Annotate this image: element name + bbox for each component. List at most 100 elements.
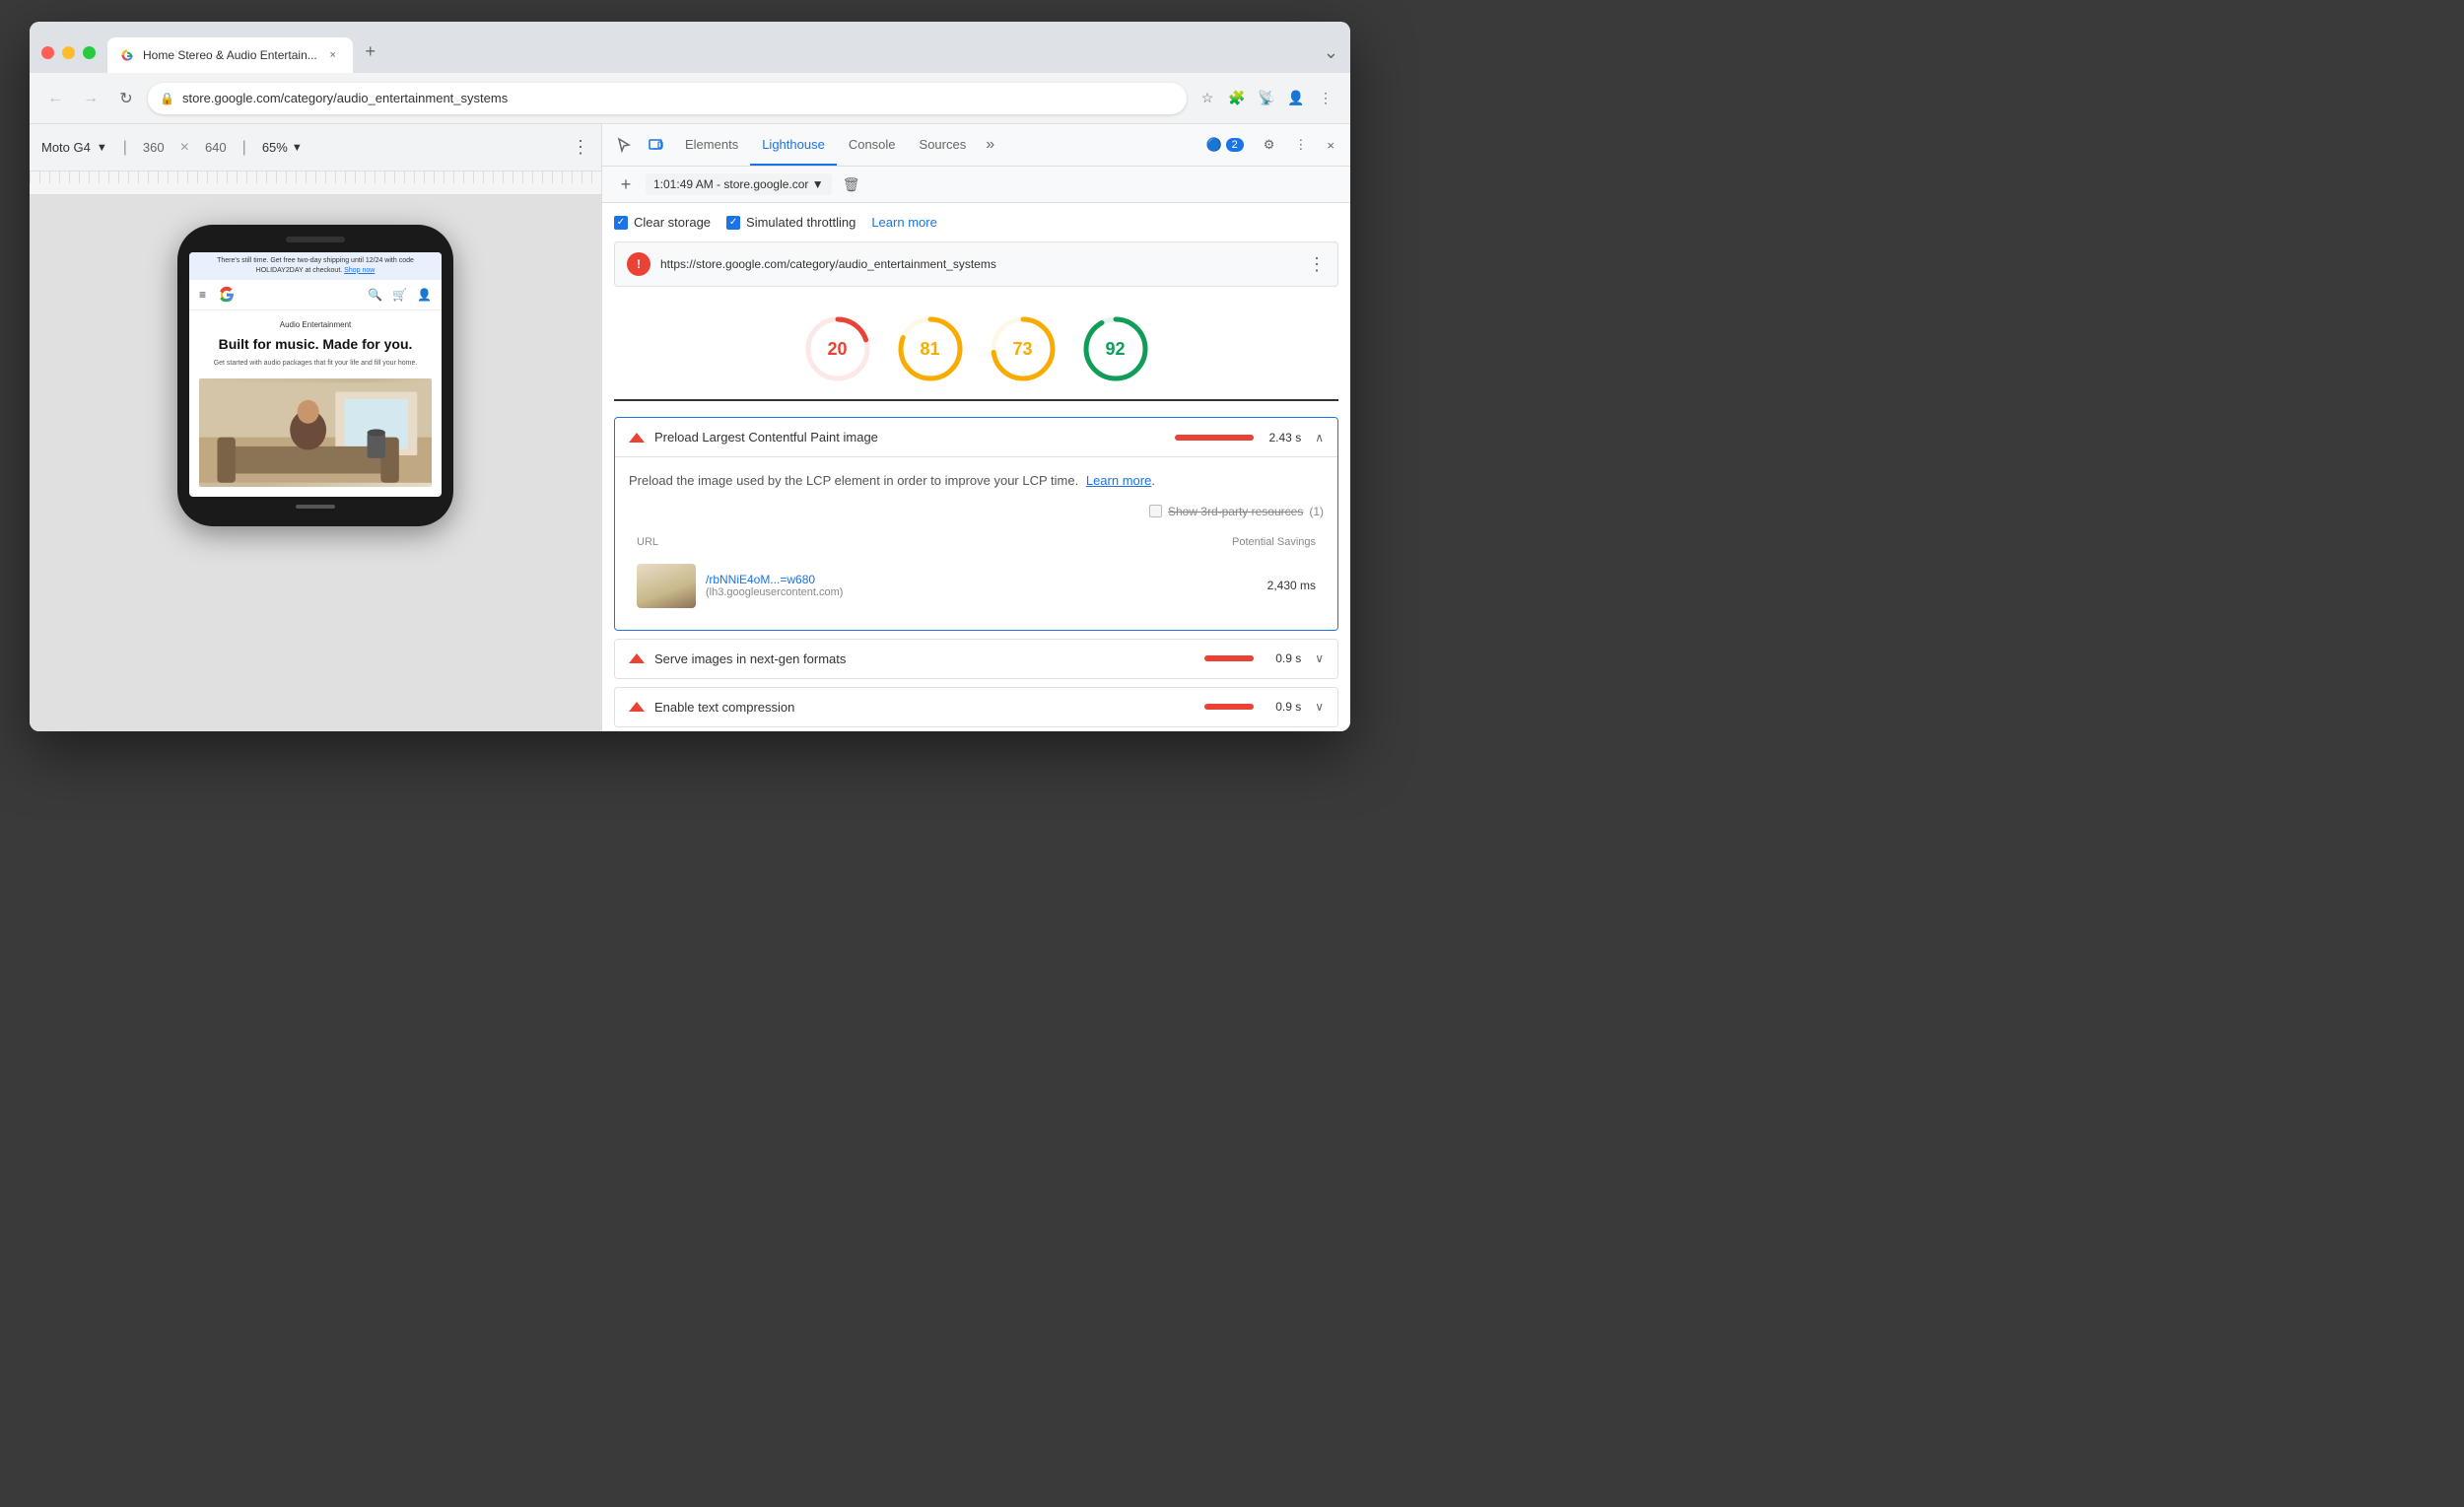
audit-item-preload-lcp-header[interactable]: Preload Largest Contentful Paint image 2… bbox=[615, 418, 1337, 457]
audit-item-next-gen: Serve images in next-gen formats 0.9 s ∨ bbox=[614, 639, 1338, 679]
minimize-button[interactable] bbox=[62, 46, 75, 59]
phone-screen: There's still time. Get free two-day shi… bbox=[189, 252, 442, 497]
phone-cart-icon[interactable]: 🛒 bbox=[392, 288, 407, 302]
tab-close-button[interactable]: × bbox=[325, 47, 341, 63]
audit-preload-lcp-expanded: Preload the image used by the LCP elemen… bbox=[615, 457, 1337, 630]
close-icon: × bbox=[1327, 138, 1335, 153]
audit-next-gen-bar bbox=[1204, 655, 1254, 661]
issues-button[interactable]: 🔵 2 bbox=[1198, 133, 1251, 157]
3rd-party-count: (1) bbox=[1309, 505, 1324, 518]
simulated-throttling-checkbox[interactable]: ✓ Simulated throttling bbox=[726, 215, 856, 230]
audit-item-compression-header[interactable]: Enable text compression 0.9 s ∨ bbox=[615, 688, 1337, 726]
tab-elements[interactable]: Elements bbox=[673, 124, 750, 166]
audit-preload-lcp-time: 2.43 s bbox=[1262, 431, 1301, 445]
title-bar: Home Stereo & Audio Entertain... × + ⌄ bbox=[30, 22, 1350, 73]
maximize-button[interactable] bbox=[83, 46, 96, 59]
responsive-more-button[interactable]: ⋮ bbox=[572, 137, 589, 158]
score-value-performance: 20 bbox=[827, 339, 847, 360]
forward-button[interactable]: → bbox=[77, 85, 104, 112]
audit-warning-triangle-icon bbox=[629, 433, 645, 443]
responsive-toolbar: Moto G4 ▼ | 360 × 640 | 65% ▼ ⋮ bbox=[30, 124, 601, 171]
bookmark-icon[interactable]: ☆ bbox=[1195, 86, 1220, 111]
session-selector[interactable]: 1:01:49 AM - store.google.cor ▼ bbox=[646, 173, 832, 195]
chrome-menu-icon[interactable]: ⌄ bbox=[1324, 42, 1338, 63]
refresh-button[interactable]: ↻ bbox=[112, 85, 140, 112]
score-circles: 20 81 bbox=[614, 299, 1338, 401]
zoom-chevron-icon: ▼ bbox=[292, 142, 303, 154]
devtools-panel: Elements Lighthouse Console Sources » bbox=[601, 124, 1350, 731]
devtools-more-button[interactable]: ⋮ bbox=[1286, 133, 1315, 157]
back-button[interactable]: ← bbox=[41, 85, 69, 112]
score-circle-performance: 20 bbox=[803, 314, 872, 383]
phone-promo-banner: There's still time. Get free two-day shi… bbox=[189, 252, 442, 280]
more-icon: ⋮ bbox=[1294, 137, 1307, 153]
audit-preload-lcp-learn-more[interactable]: Learn more bbox=[1086, 473, 1151, 488]
phone-speaker bbox=[286, 237, 345, 242]
phone-nav-left: ≡ bbox=[199, 286, 236, 304]
learn-more-link[interactable]: Learn more bbox=[871, 215, 936, 230]
phone-hamburger-icon[interactable]: ≡ bbox=[199, 288, 206, 302]
close-button[interactable] bbox=[41, 46, 54, 59]
tab-title: Home Stereo & Audio Entertain... bbox=[143, 48, 317, 62]
device-chevron-icon: ▼ bbox=[97, 142, 107, 154]
audit-compression-bar bbox=[1204, 704, 1254, 710]
address-right-icons: ☆ 🧩 📡 👤 ⋮ bbox=[1195, 86, 1338, 111]
audit-resource-row: /rbNNiE4oM...=w680 (lh3.googleuserconten… bbox=[629, 556, 1324, 616]
phone-headline: Built for music. Made for you. bbox=[199, 335, 432, 353]
audit-next-gen-time: 0.9 s bbox=[1262, 651, 1301, 665]
audit-3rd-party-toggle[interactable]: Show 3rd-party resources (1) bbox=[629, 505, 1324, 518]
3rd-party-label: Show 3rd-party resources bbox=[1168, 505, 1303, 518]
delete-session-button[interactable]: 🗑 bbox=[840, 172, 863, 196]
phone-search-icon[interactable]: 🔍 bbox=[368, 288, 382, 302]
score-value-best-practices: 73 bbox=[1012, 339, 1032, 360]
cast-icon[interactable]: 📡 bbox=[1254, 86, 1279, 111]
cursor-icon bbox=[616, 137, 632, 153]
audit-url: https://store.google.com/category/audio_… bbox=[660, 257, 1298, 271]
phone-account-icon[interactable]: 👤 bbox=[417, 288, 432, 302]
phone-hero-svg bbox=[199, 378, 432, 487]
phone-home-indicator bbox=[296, 505, 335, 509]
tab-sources[interactable]: Sources bbox=[908, 124, 979, 166]
device-selector[interactable]: Moto G4 ▼ bbox=[41, 140, 107, 155]
audit-compression-chevron: ∨ bbox=[1315, 700, 1324, 714]
audit-more-button[interactable]: ⋮ bbox=[1308, 254, 1326, 275]
thumbnail-image bbox=[637, 564, 696, 608]
new-tab-button[interactable]: + bbox=[357, 37, 384, 65]
extensions-icon[interactable]: 🧩 bbox=[1224, 86, 1250, 111]
back-icon: ← bbox=[47, 90, 63, 107]
toolbar-separator: | bbox=[123, 139, 127, 157]
devtools-close-button[interactable]: × bbox=[1319, 134, 1342, 157]
audit-resource-thumbnail bbox=[637, 564, 696, 608]
audit-item-next-gen-header[interactable]: Serve images in next-gen formats 0.9 s ∨ bbox=[615, 640, 1337, 678]
forward-icon: → bbox=[83, 90, 99, 107]
viewport-width: 360 bbox=[143, 140, 165, 155]
phone-headline-normal: Made for you. bbox=[322, 336, 412, 352]
phone-banner-link[interactable]: Shop now bbox=[344, 267, 375, 274]
device-emulation-button[interactable] bbox=[642, 131, 669, 159]
mobile-panel: Moto G4 ▼ | 360 × 640 | 65% ▼ ⋮ bbox=[30, 124, 601, 731]
zoom-selector[interactable]: 65% ▼ bbox=[262, 140, 303, 155]
browser-tab[interactable]: Home Stereo & Audio Entertain... × bbox=[107, 37, 353, 73]
score-value-accessibility: 81 bbox=[920, 339, 939, 360]
more-tabs-button[interactable]: » bbox=[978, 136, 1002, 154]
clear-storage-checkbox[interactable]: ✓ Clear storage bbox=[614, 215, 711, 230]
url-bar[interactable]: 🔒 store.google.com/category/audio_entert… bbox=[148, 83, 1187, 114]
tab-favicon bbox=[119, 47, 135, 63]
add-session-button[interactable]: + bbox=[614, 172, 638, 196]
tab-lighthouse[interactable]: Lighthouse bbox=[750, 124, 837, 166]
phone-nav-right: 🔍 🛒 👤 bbox=[368, 288, 432, 302]
tab-console[interactable]: Console bbox=[837, 124, 908, 166]
3rd-party-checkbox[interactable] bbox=[1149, 505, 1162, 517]
session-subheader: + 1:01:49 AM - store.google.cor ▼ 🗑 bbox=[602, 167, 1350, 203]
main-content: Moto G4 ▼ | 360 × 640 | 65% ▼ ⋮ bbox=[30, 124, 1350, 731]
audit-item-next-gen-title: Serve images in next-gen formats bbox=[654, 651, 1195, 666]
device-icon bbox=[648, 137, 663, 153]
settings-button[interactable]: ⚙ bbox=[1256, 133, 1283, 157]
chrome-more-icon[interactable]: ⋮ bbox=[1313, 86, 1338, 111]
browser-window: Home Stereo & Audio Entertain... × + ⌄ ←… bbox=[30, 22, 1350, 731]
audit-compression-time: 0.9 s bbox=[1262, 700, 1301, 714]
profile-icon[interactable]: 👤 bbox=[1283, 86, 1309, 111]
audit-item-preload-lcp-title: Preload Largest Contentful Paint image bbox=[654, 430, 1165, 445]
resource-domain: (lh3.googleusercontent.com) bbox=[706, 586, 1237, 598]
cursor-tool-button[interactable] bbox=[610, 131, 638, 159]
